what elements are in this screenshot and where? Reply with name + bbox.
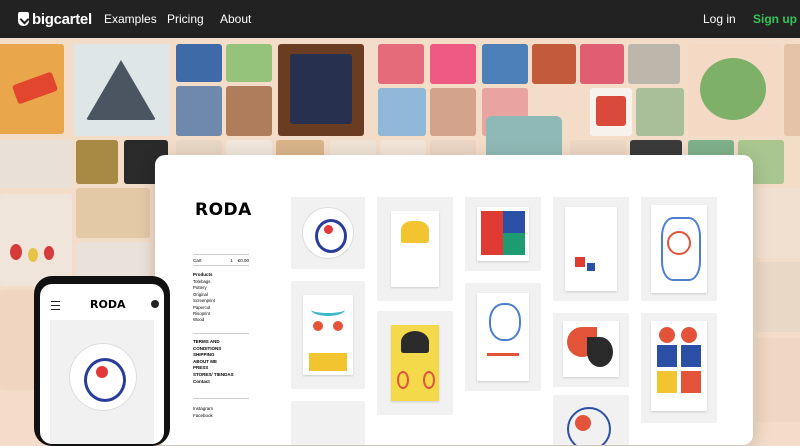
bigcartel-logo-icon (18, 12, 29, 26)
info-link[interactable]: CONDITIONS (193, 346, 234, 353)
info-link[interactable]: Contact (193, 379, 234, 386)
product-thumbnail[interactable] (553, 313, 629, 387)
product-category-list: Totebags Pottery Original Screenprint Pa… (193, 279, 215, 324)
cart-total: €0.00 (237, 257, 249, 263)
product-thumbnail[interactable] (641, 197, 717, 301)
collage-tile (628, 44, 680, 84)
collage-tile (0, 140, 72, 188)
collage-tile (700, 58, 766, 120)
info-link[interactable]: ABOUT ME (193, 359, 234, 366)
social-links: Instagram Facebook (193, 405, 213, 419)
product-thumbnail[interactable] (377, 311, 453, 415)
info-link[interactable]: SHIPPING (193, 352, 234, 359)
collage-tile (226, 44, 272, 82)
collage-tile (430, 88, 476, 136)
nav-pricing[interactable]: Pricing (167, 12, 204, 26)
collage-tile (482, 44, 528, 84)
collage-tile (636, 88, 684, 136)
nav-signup[interactable]: Sign up (753, 12, 797, 26)
phone-screen: RODA (40, 284, 164, 444)
collage-tile (756, 188, 800, 258)
collage-tile (290, 54, 352, 124)
phone-store-brand: RODA (90, 298, 126, 311)
collage-tile (378, 44, 424, 84)
collage-tile (378, 88, 426, 136)
product-thumbnail[interactable] (291, 401, 365, 445)
collage-tile (176, 44, 222, 82)
phone-product-image[interactable] (50, 320, 154, 444)
store-brand: RODA (195, 200, 252, 220)
product-thumbnail[interactable] (291, 197, 365, 269)
collage-tile (226, 86, 272, 136)
collage-tile (44, 246, 54, 260)
product-thumbnail[interactable] (465, 197, 541, 271)
cart-count: 1 (230, 257, 233, 263)
nav-login[interactable]: Log in (703, 12, 736, 26)
phone-mockup: RODA (34, 276, 170, 446)
category-link[interactable]: Screenprint (193, 298, 215, 304)
product-thumbnail[interactable] (553, 197, 629, 301)
category-link[interactable]: Wood (193, 317, 215, 323)
cart-icon[interactable] (151, 300, 159, 308)
product-thumbnail[interactable] (291, 281, 365, 389)
social-link-facebook[interactable]: Facebook (193, 412, 213, 419)
collage-tile (756, 338, 800, 422)
products-heading[interactable]: Products (193, 272, 213, 277)
store-preview-panel: RODA Cart 1 €0.00 Products Totebags Pott… (155, 155, 753, 445)
collage-tile (76, 140, 118, 184)
logo-text: bigcartel (32, 10, 92, 28)
cart-label: Cart (193, 257, 202, 263)
info-link[interactable]: TERMS AND (193, 339, 234, 346)
top-nav: bigcartel Examples Pricing About Log in … (0, 0, 800, 38)
collage-tile (76, 188, 150, 238)
collage-tile (580, 44, 624, 84)
product-thumbnail[interactable] (553, 395, 629, 445)
info-link[interactable]: PRESS (193, 365, 234, 372)
collage-tile (430, 44, 476, 84)
collage-tile (0, 194, 72, 286)
collage-tile (784, 44, 800, 136)
product-thumbnail[interactable] (465, 283, 541, 391)
divider (193, 398, 249, 399)
collage-tile (532, 44, 576, 84)
nav-examples[interactable]: Examples (104, 12, 157, 26)
product-thumbnail[interactable] (377, 197, 453, 301)
collage-tile (28, 248, 38, 262)
divider (193, 333, 249, 334)
social-link-instagram[interactable]: Instagram (193, 405, 213, 412)
cart-summary[interactable]: Cart 1 €0.00 (193, 254, 249, 266)
bigcartel-logo[interactable]: bigcartel (18, 10, 92, 28)
product-thumbnail[interactable] (641, 313, 717, 423)
collage-tile (756, 262, 800, 332)
info-link-list: TERMS AND CONDITIONS SHIPPING ABOUT ME P… (193, 339, 234, 385)
hamburger-menu-icon[interactable] (51, 301, 60, 310)
collage-tile (176, 86, 222, 136)
collage-tile (10, 244, 22, 260)
collage-tile (596, 96, 626, 126)
info-link[interactable]: STORES/ TIENDAS (193, 372, 234, 379)
nav-about[interactable]: About (220, 12, 251, 26)
